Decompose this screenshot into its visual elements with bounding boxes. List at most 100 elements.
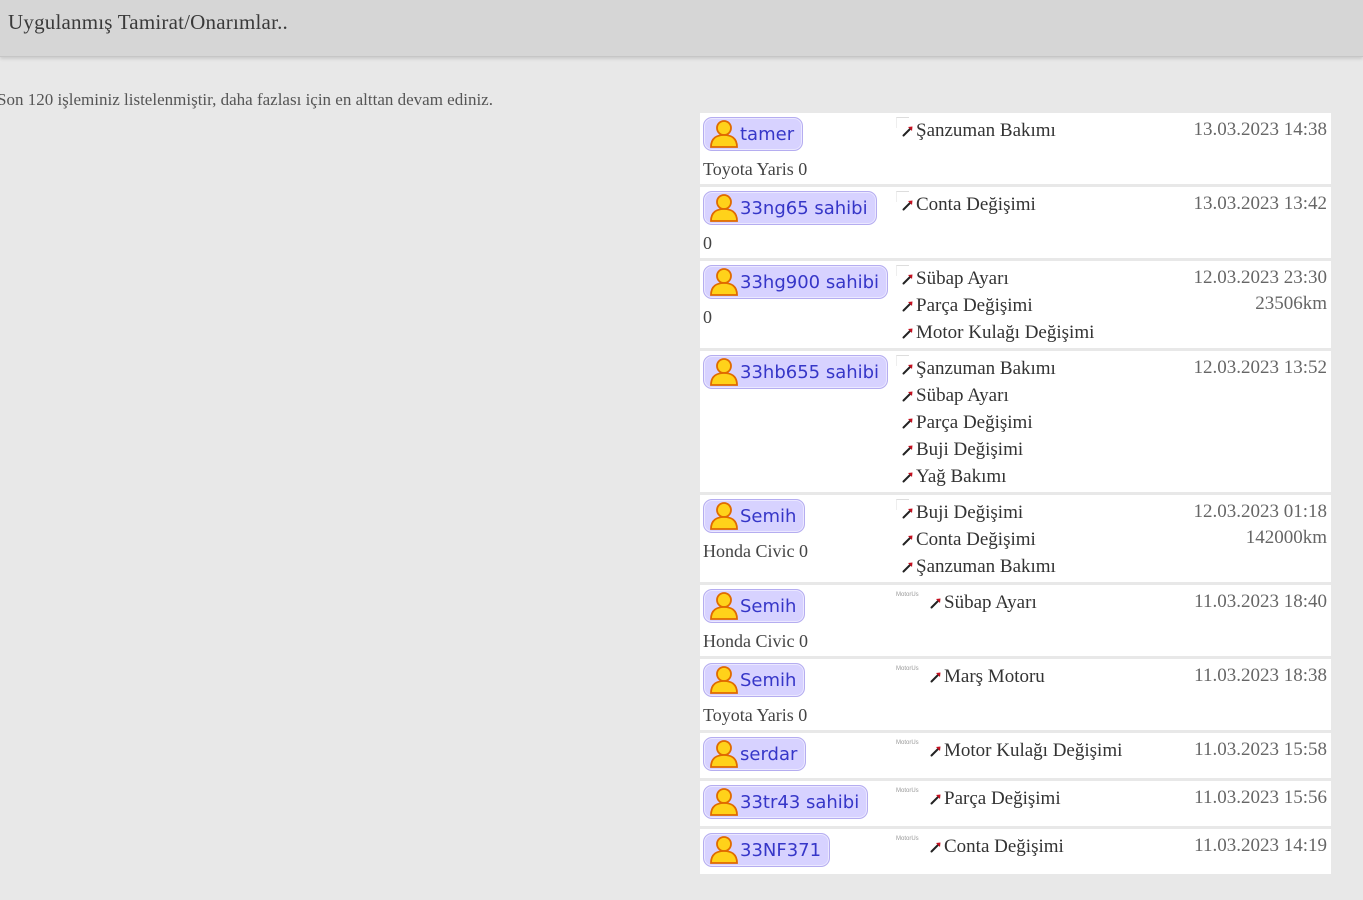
service-label: Şanzuman Bakımı — [916, 556, 1056, 577]
service-thumbnail: MotorUs — [896, 592, 919, 598]
repair-record-list: tamer Toyota Yaris 0 Şanzuman Bakımı 13.03.… — [700, 113, 1331, 877]
user-column: serdar — [700, 733, 896, 778]
record-date: 12.03.2023 13:52 — [1193, 357, 1327, 378]
service-thumbnail — [896, 265, 909, 276]
record-date: 11.03.2023 14:19 — [1194, 835, 1327, 856]
car-info: Honda Civic 0 — [703, 631, 808, 651]
user-name: Semih — [740, 595, 797, 617]
time-column: 11.03.2023 18:40 — [1168, 585, 1331, 656]
service-item: Şanzuman Bakımı — [902, 553, 1168, 580]
wrench-icon — [902, 418, 913, 428]
wrench-icon — [902, 301, 913, 311]
user-column: 33tr43 sahibi — [700, 781, 896, 826]
user-badge-button[interactable]: Semih — [703, 499, 806, 533]
page-header: Uygulanmış Tamirat/Onarımlar.. — [0, 0, 1363, 57]
user-badge-button[interactable]: Semih — [703, 589, 806, 623]
service-label: Şanzuman Bakımı — [916, 358, 1056, 379]
service-label: Motor Kulağı Değişimi — [916, 322, 1095, 343]
user-column: tamer Toyota Yaris 0 — [700, 113, 896, 184]
car-info: Toyota Yaris 0 — [703, 705, 808, 725]
time-column: 12.03.2023 13:52 — [1168, 351, 1331, 492]
service-item: Sübap Ayarı — [930, 589, 1168, 616]
service-column: Şanzuman Bakımı — [896, 113, 1168, 184]
service-label: Sübap Ayarı — [944, 592, 1037, 613]
list-item: 33NF371 MotorUs Conta Değişimi 11.03.2023 1… — [700, 829, 1331, 877]
service-thumbnail — [896, 355, 909, 366]
wrench-icon — [902, 562, 913, 572]
user-name: Semih — [740, 505, 797, 527]
user-icon — [710, 502, 738, 530]
service-item: Sübap Ayarı — [902, 265, 1168, 292]
user-column: 33hg900 sahibi 0 — [700, 261, 896, 348]
service-column: MotorUs Marş Motoru — [896, 659, 1168, 730]
service-thumbnail: MotorUs — [896, 740, 919, 746]
wrench-icon — [902, 535, 913, 545]
user-badge-button[interactable]: 33NF371 — [703, 833, 831, 867]
car-info: 0 — [703, 307, 712, 327]
user-column: Semih Honda Civic 0 — [700, 585, 896, 656]
service-item: Parça Değişimi — [930, 785, 1168, 812]
service-label: Conta Değişimi — [944, 836, 1064, 857]
service-item: Conta Değişimi — [930, 833, 1168, 860]
user-badge-button[interactable]: 33hb655 sahibi — [703, 355, 889, 389]
service-label: Conta Değişimi — [916, 194, 1036, 215]
user-badge-button[interactable]: tamer — [703, 117, 804, 151]
user-badge-button[interactable]: serdar — [703, 737, 807, 771]
user-icon — [710, 194, 738, 222]
service-thumbnail — [896, 117, 909, 128]
user-badge-button[interactable]: 33hg900 sahibi — [703, 265, 889, 299]
service-label: Marş Motoru — [944, 666, 1045, 687]
record-date: 13.03.2023 14:38 — [1193, 119, 1327, 140]
service-item: Conta Değişimi — [902, 526, 1168, 553]
user-name: Semih — [740, 669, 797, 691]
service-thumbnail — [896, 191, 909, 202]
service-item: Sübap Ayarı — [902, 382, 1168, 409]
user-icon — [710, 788, 738, 816]
car-info: 0 — [703, 233, 712, 253]
user-name: 33hg900 sahibi — [740, 271, 880, 293]
service-item: Marş Motoru — [930, 663, 1168, 690]
record-date: 13.03.2023 13:42 — [1193, 193, 1327, 214]
record-date: 12.03.2023 01:18 — [1193, 501, 1327, 522]
service-label: Conta Değişimi — [916, 529, 1036, 550]
user-badge-button[interactable]: 33tr43 sahibi — [703, 785, 869, 819]
service-item: Motor Kulağı Değişimi — [902, 319, 1168, 346]
list-item: Semih Honda Civic 0 MotorUs Sübap Ayarı 11.0… — [700, 585, 1331, 659]
service-item: Parça Değişimi — [902, 409, 1168, 436]
service-thumbnail — [896, 499, 909, 510]
wrench-icon — [902, 445, 913, 455]
list-item: Semih Honda Civic 0 Buji Değişimi Conta Değ… — [700, 495, 1331, 585]
service-label: Yağ Bakımı — [916, 466, 1007, 487]
user-badge-button[interactable]: Semih — [703, 663, 806, 697]
service-label: Motor Kulağı Değişimi — [944, 740, 1123, 761]
wrench-icon — [902, 472, 913, 482]
record-date: 11.03.2023 15:58 — [1194, 739, 1327, 760]
time-column: 11.03.2023 15:56 — [1168, 781, 1331, 826]
service-thumbnail: MotorUs — [896, 836, 919, 842]
service-label: Buji Değişimi — [916, 502, 1024, 523]
service-column: Conta Değişimi — [896, 187, 1168, 258]
service-column: MotorUs Motor Kulağı Değişimi — [896, 733, 1168, 778]
list-item: 33ng65 sahibi 0 Conta Değişimi 13.03.2023 1… — [700, 187, 1331, 261]
service-column: Şanzuman Bakımı Sübap Ayarı Parça Değişimi… — [896, 351, 1168, 492]
service-item: Şanzuman Bakımı — [902, 355, 1168, 382]
time-column: 11.03.2023 15:58 — [1168, 733, 1331, 778]
list-item: 33tr43 sahibi MotorUs Parça Değişimi 11.03.… — [700, 781, 1331, 829]
user-icon — [710, 268, 738, 296]
list-item: 33hg900 sahibi 0 Sübap Ayarı Parça Değişimi… — [700, 261, 1331, 351]
record-km: 142000km — [1245, 527, 1327, 548]
record-date: 11.03.2023 18:40 — [1194, 591, 1327, 612]
record-date: 11.03.2023 15:56 — [1194, 787, 1327, 808]
user-badge-button[interactable]: 33ng65 sahibi — [703, 191, 877, 225]
service-item: Motor Kulağı Değişimi — [930, 737, 1168, 764]
service-column: MotorUs Conta Değişimi — [896, 829, 1168, 874]
time-column: 11.03.2023 18:38 — [1168, 659, 1331, 730]
user-name: serdar — [740, 743, 798, 765]
list-item: tamer Toyota Yaris 0 Şanzuman Bakımı 13.03.… — [700, 113, 1331, 187]
list-item: 33hb655 sahibi Şanzuman Bakımı Sübap Ayarı… — [700, 351, 1331, 495]
wrench-icon — [902, 328, 913, 338]
user-column: 33hb655 sahibi — [700, 351, 896, 492]
service-label: Sübap Ayarı — [916, 385, 1009, 406]
service-column: MotorUs Parça Değişimi — [896, 781, 1168, 826]
service-thumbnail: MotorUs — [896, 666, 919, 672]
